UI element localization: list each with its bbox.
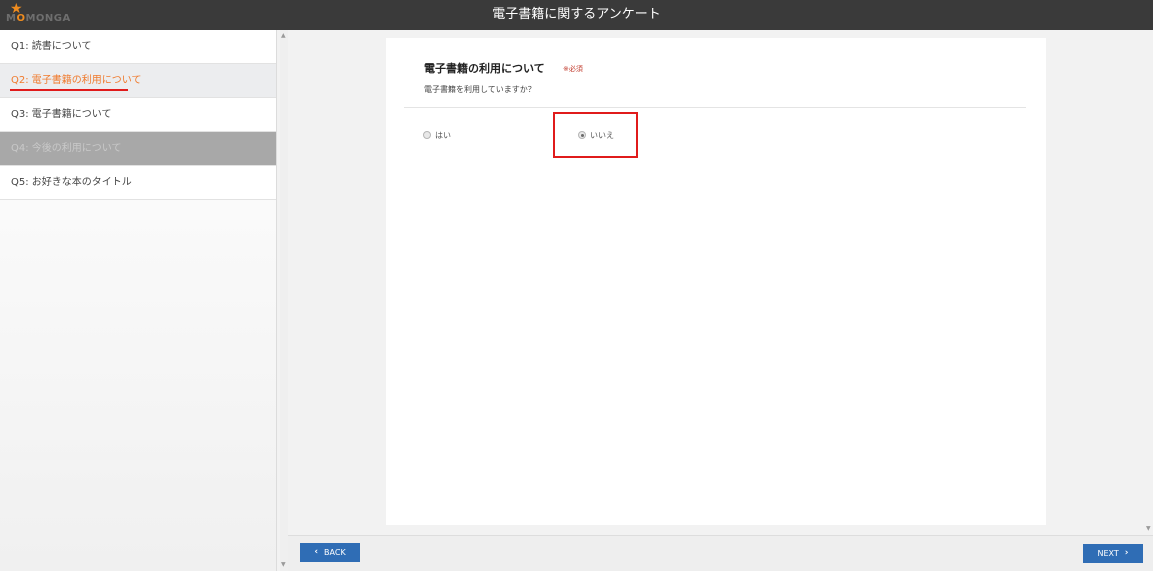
question-title: 電子書籍の利用について [424,62,545,75]
next-label: NEXT [1097,549,1119,558]
required-badge: ※必須 [563,65,583,73]
sidebar-item-label: Q1: 読書について [11,41,92,52]
next-button[interactable]: NEXT › [1083,544,1143,563]
question-sidebar: Q1: 読書について Q2: 電子書籍の利用について Q3: 電子書籍について … [0,30,277,571]
sidebar-item-label: Q5: お好きな本のタイトル [11,177,132,188]
selection-highlight [553,112,638,158]
active-underline [10,89,128,91]
divider [404,107,1026,108]
sidebar-scrollbar[interactable]: ▲ ▼ [280,30,288,571]
radio-unchecked-icon[interactable] [423,131,431,139]
scroll-down-icon[interactable]: ▼ [281,562,286,568]
app-title: 電子書籍に関するアンケート [492,7,661,22]
footer-bar [288,535,1153,571]
option-yes[interactable]: はい [423,128,451,142]
question-text: 電子書籍を利用していますか？ [424,85,536,94]
sidebar-item-q5[interactable]: Q5: お好きな本のタイトル [0,166,276,200]
chevron-right-icon: › [1124,548,1129,558]
sidebar-item-q2[interactable]: Q2: 電子書籍の利用について [0,64,276,98]
question-card [386,38,1046,525]
sidebar-item-label: Q4: 今後の利用について [11,143,122,154]
option-label: はい [435,130,451,140]
back-button[interactable]: ‹ BACK [300,543,360,562]
back-label: BACK [324,548,346,557]
sidebar-item-q1[interactable]: Q1: 読書について [0,30,276,64]
sidebar-item-label: Q2: 電子書籍の利用について [11,75,142,86]
main-scrollbar[interactable]: ▼ [1144,30,1153,535]
sidebar-item-label: Q3: 電子書籍について [11,109,112,120]
sidebar-item-q4: Q4: 今後の利用について [0,132,276,166]
sidebar-item-q3[interactable]: Q3: 電子書籍について [0,98,276,132]
top-bar: ★ MOMONGA 電子書籍に関するアンケート [0,0,1153,30]
chevron-left-icon: ‹ [314,547,319,557]
scroll-down-icon[interactable]: ▼ [1146,526,1151,532]
scroll-up-icon[interactable]: ▲ [281,33,286,39]
